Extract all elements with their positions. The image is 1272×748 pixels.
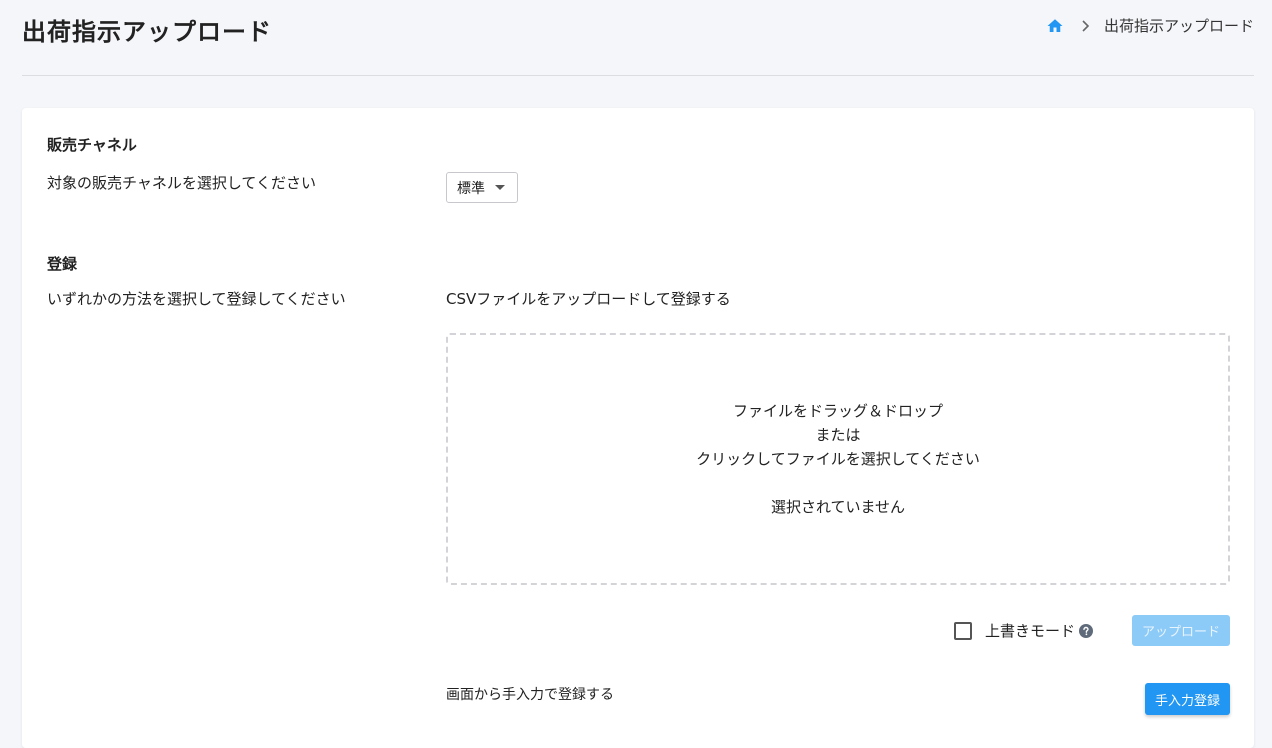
page-header: 出荷指示アップロード 出荷指示アップロード [22,0,1254,76]
register-section-title: 登録 [47,255,78,273]
dropzone-line-3: クリックしてファイルを選択してください [696,450,980,468]
file-dropzone[interactable]: ファイルをドラッグ＆ドロップ または クリックしてファイルを選択してください 選… [446,333,1230,585]
dropzone-line-2: または [815,426,861,444]
dropzone-status: 選択されていません [770,498,906,516]
csv-upload-heading: CSVファイルをアップロードして登録する [446,290,731,308]
caret-down-icon [495,185,505,190]
upload-button[interactable]: アップロード [1132,615,1230,646]
chevron-right-icon [1080,19,1090,32]
overwrite-checkbox[interactable] [954,621,972,640]
channel-select[interactable]: 標準 [446,172,518,203]
home-icon[interactable] [1046,17,1064,35]
register-label: いずれかの方法を選択して登録してください [47,290,346,308]
breadcrumb: 出荷指示アップロード [1046,15,1254,36]
upload-card: 販売チャネル 対象の販売チャネルを選択してください 標準 登録 いずれかの方法を… [22,108,1254,748]
page-title: 出荷指示アップロード [22,18,272,46]
channel-label: 対象の販売チャネルを選択してください [47,174,316,192]
help-icon[interactable] [1079,623,1094,638]
manual-entry-heading: 画面から手入力で登録する [446,687,614,703]
breadcrumb-current: 出荷指示アップロード [1103,17,1254,35]
channel-section-title: 販売チャネル [47,136,137,154]
channel-select-value: 標準 [457,180,485,197]
overwrite-label: 上書きモード [985,622,1076,640]
overwrite-mode: 上書きモード [954,620,1094,641]
dropzone-line-1: ファイルをドラッグ＆ドロップ [732,402,943,420]
manual-entry-button[interactable]: 手入力登録 [1145,683,1230,715]
